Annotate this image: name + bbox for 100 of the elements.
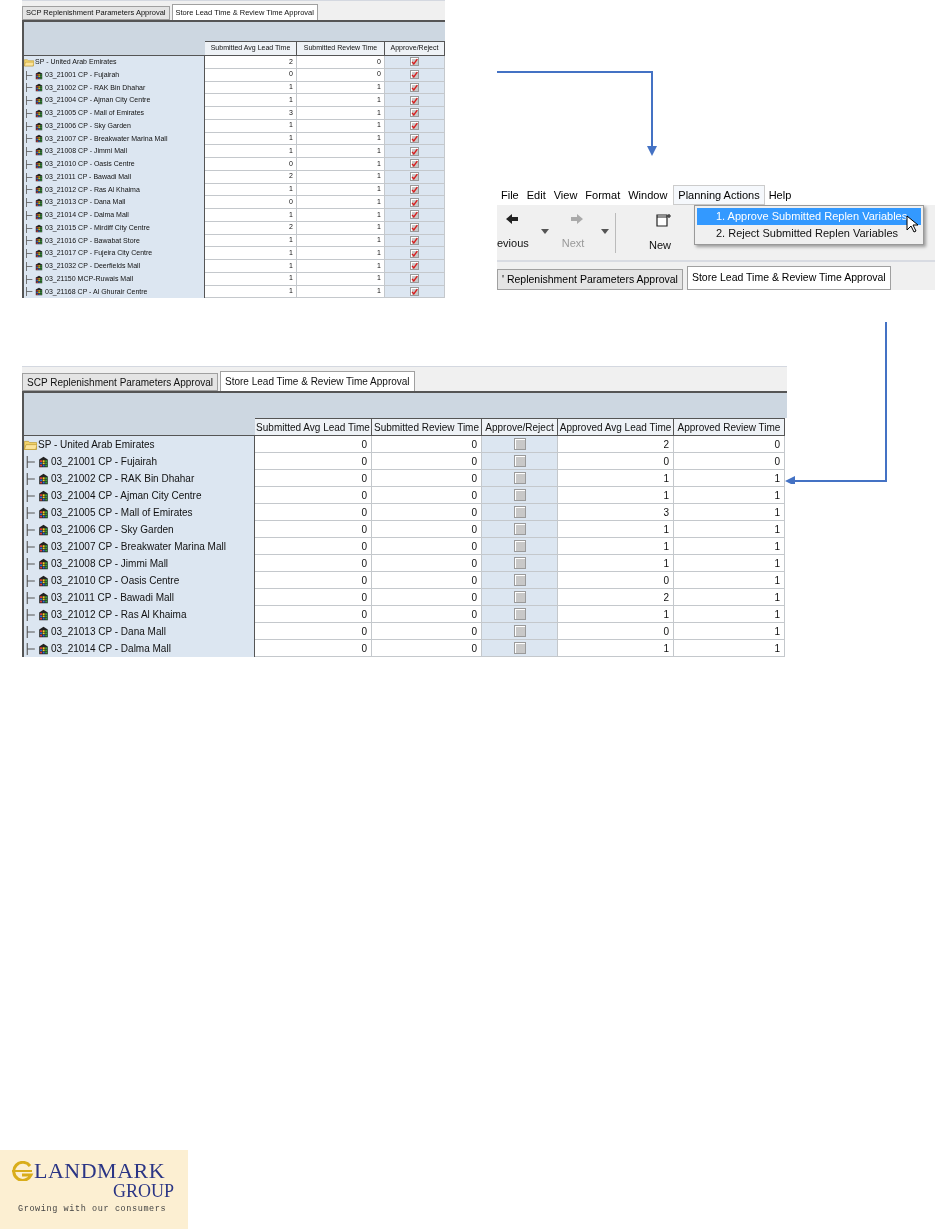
table-cell: 0: [372, 555, 482, 572]
table-cell: 1: [674, 538, 785, 555]
menu-item[interactable]: File: [497, 185, 523, 205]
approve-checkbox[interactable]: [410, 274, 419, 284]
menu-item[interactable]: Edit: [522, 185, 550, 205]
table-cell: 0: [674, 436, 785, 453]
approve-checkbox[interactable]: [513, 642, 526, 654]
approve-checkbox[interactable]: [410, 210, 419, 220]
approve-checkbox[interactable]: [410, 121, 419, 131]
tree-label: 03_21012 CP - Ras Al Khaima: [51, 608, 187, 622]
tree-row[interactable]: SP - United Arab Emirates: [24, 436, 255, 453]
tree-row[interactable]: 03_21006 CP - Sky Garden: [24, 521, 255, 538]
tree-label: 03_21005 CP - Mall of Emirates: [51, 506, 193, 520]
menu-item[interactable]: Window: [624, 185, 672, 205]
approve-checkbox[interactable]: [513, 472, 526, 484]
table-cell: 1: [558, 521, 674, 538]
table-cell: 1: [674, 572, 785, 589]
approve-checkbox[interactable]: [513, 625, 526, 637]
tree-row[interactable]: 03_21007 CP - Breakwater Marina Mall: [24, 538, 255, 555]
tree-row[interactable]: 03_21002 CP - RAK Bin Dhahar: [24, 470, 255, 487]
tree-row[interactable]: 03_21004 CP - Ajman City Centre: [24, 487, 255, 504]
approve-checkbox[interactable]: [410, 184, 419, 194]
approve-checkbox[interactable]: [513, 438, 526, 450]
tree-line: [24, 642, 37, 655]
store-icon: [37, 557, 50, 570]
store-icon: [34, 121, 44, 131]
approve-checkbox[interactable]: [410, 133, 419, 143]
table-cell: 0: [558, 572, 674, 589]
table-cell: 1: [674, 623, 785, 640]
menu-item[interactable]: Help: [764, 185, 796, 205]
menu-item[interactable]: View: [549, 185, 582, 205]
tab[interactable]: SCP Replenishment Parameters Approval: [22, 373, 219, 391]
store-icon: [34, 287, 44, 297]
menu-option[interactable]: 2. Reject Submitted Replen Variables: [697, 225, 921, 242]
store-icon: [34, 185, 44, 195]
approve-checkbox[interactable]: [513, 506, 526, 518]
table-cell: 2: [558, 436, 674, 453]
approve-checkbox[interactable]: [410, 108, 419, 118]
menu-item[interactable]: Format: [581, 185, 625, 205]
toolbar-button[interactable]: New: [646, 213, 682, 254]
approve-checkbox[interactable]: [410, 159, 419, 169]
approve-checkbox[interactable]: [513, 523, 526, 535]
approve-checkbox[interactable]: [513, 574, 526, 586]
tree-row[interactable]: 03_21012 CP - Ras Al Khaima: [24, 606, 255, 623]
store-icon: [34, 96, 44, 106]
approve-checkbox[interactable]: [410, 146, 419, 156]
approve-checkbox[interactable]: [410, 286, 419, 296]
tree-row[interactable]: 03_21014 CP - Dalma Mall: [24, 640, 255, 657]
tree-row[interactable]: 03_21011 CP - Bawadi Mall: [24, 589, 255, 606]
tree-line: [24, 83, 34, 93]
caret-icon[interactable]: [541, 229, 549, 234]
table-cell: 0: [255, 623, 372, 640]
tree-row[interactable]: 03_21001 CP - Fujairah: [24, 453, 255, 470]
table-cell: 0: [372, 470, 482, 487]
table-cell: 0: [255, 589, 372, 606]
tree-line: [24, 523, 37, 536]
approve-checkbox[interactable]: [410, 95, 419, 105]
tree-line: [24, 489, 37, 502]
approve-checkbox[interactable]: [410, 223, 419, 233]
table-cell: 0: [255, 504, 372, 521]
table-cell: 1: [558, 640, 674, 657]
column-header[interactable]: Submitted Review Time: [372, 418, 482, 436]
table-cell: 0: [674, 453, 785, 470]
tab[interactable]: Store Lead Time & Review Time Approval: [220, 371, 415, 391]
column-header[interactable]: Submitted Avg Lead Time: [255, 418, 372, 436]
new-window-icon: [656, 213, 672, 227]
store-icon: [37, 540, 50, 553]
tab[interactable]: ' Replenishment Parameters Approval: [497, 269, 683, 290]
approve-checkbox[interactable]: [410, 197, 419, 207]
approve-checkbox[interactable]: [513, 489, 526, 501]
approve-checkbox[interactable]: [513, 540, 526, 552]
tree-row[interactable]: 03_21010 CP - Oasis Centre: [24, 572, 255, 589]
table-cell: 0: [255, 470, 372, 487]
approve-checkbox[interactable]: [410, 82, 419, 92]
tree-row[interactable]: 03_21005 CP - Mall of Emirates: [24, 504, 255, 521]
approve-checkbox[interactable]: [513, 608, 526, 620]
tree-line: [24, 134, 34, 144]
approve-checkbox[interactable]: [513, 455, 526, 467]
tree-row[interactable]: 03_21008 CP - Jimmi Mall: [24, 555, 255, 572]
table-cell: 1: [558, 606, 674, 623]
approve-checkbox[interactable]: [410, 70, 419, 80]
store-icon: [34, 83, 44, 93]
column-header[interactable]: Approved Avg Lead Time: [558, 418, 674, 436]
caret-icon[interactable]: [601, 229, 609, 234]
toolbar-button[interactable]: evious: [497, 213, 537, 252]
tree-line: [24, 185, 34, 195]
approve-checkbox[interactable]: [410, 261, 419, 271]
store-icon: [34, 274, 44, 284]
approve-checkbox[interactable]: [513, 591, 526, 603]
tab[interactable]: Store Lead Time & Review Time Approval: [686, 266, 891, 290]
approve-checkbox[interactable]: [513, 557, 526, 569]
menu-item[interactable]: Planning Actions: [673, 185, 765, 205]
column-header[interactable]: Approved Review Time: [674, 418, 785, 436]
column-header[interactable]: Approve/Reject: [482, 418, 558, 436]
approve-checkbox[interactable]: [410, 235, 419, 245]
approve-checkbox[interactable]: [410, 248, 419, 258]
approve-checkbox[interactable]: [410, 172, 419, 182]
tree-row[interactable]: 03_21013 CP - Dana Mall: [24, 623, 255, 640]
approve-checkbox[interactable]: [410, 57, 419, 67]
tree-line: [24, 159, 34, 169]
